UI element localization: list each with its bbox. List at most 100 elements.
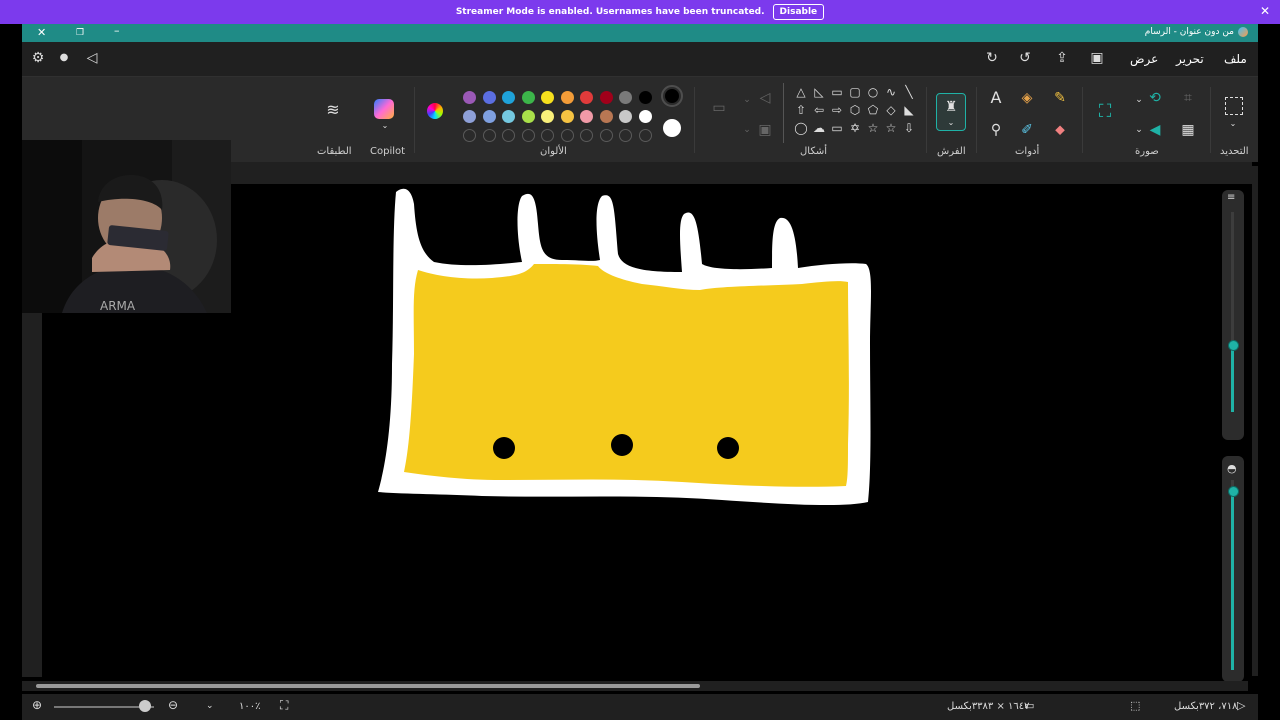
zoom-dropdown-chevron-icon[interactable]: ⌄ (206, 701, 214, 711)
disable-streamer-button[interactable]: Disable (772, 4, 825, 20)
color-swatch[interactable] (463, 91, 476, 104)
color-swatch[interactable] (599, 110, 613, 123)
primary-color[interactable] (665, 89, 679, 103)
custom-color-slot[interactable] (541, 129, 554, 142)
right-triangle-2-shape-icon[interactable]: ◣ (902, 103, 916, 117)
fill-bucket-icon[interactable]: ◈ (1018, 89, 1036, 107)
flip-icon[interactable]: ◀ (1146, 121, 1164, 139)
triangle-shape-icon[interactable]: △ (794, 85, 808, 99)
star5-shape-icon[interactable]: ☆ (866, 121, 880, 135)
secondary-color[interactable] (663, 119, 681, 137)
color-swatch[interactable] (619, 110, 632, 123)
diamond-shape-icon[interactable]: ◇ (884, 103, 898, 117)
zoom-in-icon[interactable]: ⊕ (32, 698, 42, 712)
banner-close-icon[interactable]: ✕ (1260, 4, 1270, 18)
text-tool-icon[interactable]: A (987, 89, 1005, 107)
callout-rect-shape-icon[interactable]: ▭ (830, 121, 844, 135)
color-swatch[interactable] (541, 91, 554, 104)
color-swatch[interactable] (580, 110, 593, 123)
menu-file[interactable]: ملف (1224, 52, 1247, 66)
star4-shape-icon[interactable]: ☆ (884, 121, 898, 135)
brushes-button[interactable]: ♜ ⌄ (936, 93, 966, 131)
zoom-out-icon[interactable]: ⊖ (168, 698, 178, 712)
rounded-rect-shape-icon[interactable]: ▢ (848, 85, 862, 99)
color-swatch[interactable] (619, 91, 632, 104)
undo-icon[interactable]: ↺ (1017, 50, 1033, 66)
custom-color-slot[interactable] (619, 129, 632, 142)
color-swatch[interactable] (463, 110, 476, 123)
share-icon[interactable]: ⇪ (1054, 50, 1070, 66)
horizontal-scroll-thumb[interactable] (36, 684, 700, 688)
pencil-icon[interactable]: ✎ (1051, 89, 1069, 107)
layers-icon[interactable]: ≋ (324, 101, 342, 119)
vertical-scrollbar[interactable] (1252, 166, 1258, 676)
custom-color-slot[interactable] (463, 129, 476, 142)
close-window-icon[interactable]: ✕ (37, 26, 46, 39)
arrow-right-shape-icon[interactable]: ⇨ (830, 103, 844, 117)
color-swatch[interactable] (521, 110, 535, 123)
menu-edit[interactable]: تحرير (1176, 52, 1204, 66)
custom-color-slot[interactable] (482, 129, 496, 142)
eraser-icon[interactable]: ⬥ (1051, 121, 1069, 139)
gear-icon[interactable]: ⚙ (30, 50, 46, 66)
color-swatch[interactable] (521, 91, 535, 104)
rectangle-shape-icon[interactable]: ▭ (830, 85, 844, 99)
arrow-down-shape-icon[interactable]: ⇩ (902, 121, 916, 135)
star6-shape-icon[interactable]: ✡ (848, 121, 862, 135)
save-icon[interactable]: ▣ (1089, 50, 1105, 66)
fit-to-window-icon[interactable]: ⛶ (280, 698, 288, 713)
outline-chevron-icon[interactable]: ⌄ (738, 121, 756, 139)
copilot-icon[interactable] (374, 99, 394, 119)
color-picker-icon[interactable]: ✐ (1018, 121, 1036, 139)
line-shape-icon[interactable]: ╲ (902, 85, 916, 99)
zoom-slider-knob[interactable] (139, 700, 151, 712)
minimize-window-icon[interactable]: – (114, 24, 120, 37)
menu-view[interactable]: عرض (1130, 52, 1158, 66)
custom-color-slot[interactable] (599, 129, 613, 142)
curve-shape-icon[interactable]: ∿ (884, 85, 898, 99)
custom-color-slot[interactable] (580, 129, 593, 142)
oval-shape-icon[interactable]: ○ (866, 85, 880, 99)
brush-size-slider[interactable] (1228, 340, 1239, 351)
custom-color-slot[interactable] (521, 129, 535, 142)
color-swatch[interactable] (560, 110, 574, 123)
zoom-level[interactable]: ١٠٠٪ (239, 701, 261, 712)
custom-color-slot[interactable] (560, 129, 574, 142)
color-swatch[interactable] (638, 110, 652, 123)
color-swatch[interactable] (599, 91, 613, 104)
color-swatch[interactable] (541, 110, 554, 123)
custom-color-slot[interactable] (502, 129, 515, 142)
opacity-slider[interactable] (1228, 486, 1239, 497)
copilot-chevron-down-icon[interactable]: ⌄ (376, 117, 394, 135)
redo-icon[interactable]: ↻ (984, 50, 1000, 66)
pentagon-shape-icon[interactable]: ⬠ (866, 103, 880, 117)
restore-window-icon[interactable]: ❐ (76, 28, 84, 38)
shape-outline-icon[interactable]: ◁ (756, 89, 774, 107)
megaphone-icon[interactable]: ◁ (84, 50, 100, 66)
right-triangle-shape-icon[interactable]: ◺ (812, 85, 826, 99)
callout-round-shape-icon[interactable]: ◯ (794, 121, 808, 135)
hexagon-shape-icon[interactable]: ⬡ (848, 103, 862, 117)
bell-icon[interactable]: ● (56, 50, 72, 66)
color-picker-wheel-icon[interactable] (427, 103, 443, 119)
color-swatch[interactable] (482, 110, 496, 123)
resize-icon[interactable]: ▦ (1179, 121, 1197, 139)
arrow-up-shape-icon[interactable]: ⇧ (794, 103, 808, 117)
custom-color-slot[interactable] (638, 129, 652, 142)
shape-fill-icon[interactable]: ▭ (710, 99, 728, 117)
arrow-left-shape-icon[interactable]: ⇦ (812, 103, 826, 117)
selection-chevron-down-icon[interactable]: ⌄ (1224, 115, 1242, 133)
outline-icon[interactable]: ▣ (756, 121, 774, 139)
fill-chevron-icon[interactable]: ⌄ (738, 91, 756, 109)
magnifier-icon[interactable]: ⚲ (987, 121, 1005, 139)
selection-icon[interactable] (1225, 97, 1243, 115)
color-swatch[interactable] (502, 110, 515, 123)
image-remove-bg-icon[interactable]: ⛶ (1096, 103, 1114, 121)
color-swatch[interactable] (580, 91, 593, 104)
color-swatch[interactable] (502, 91, 515, 104)
crop-icon[interactable]: ⌗ (1179, 89, 1197, 107)
rotate-icon[interactable]: ⟲ (1146, 89, 1164, 107)
color-swatch[interactable] (560, 91, 574, 104)
horizontal-scrollbar[interactable] (22, 681, 1248, 691)
callout-cloud-shape-icon[interactable]: ☁ (812, 121, 826, 135)
